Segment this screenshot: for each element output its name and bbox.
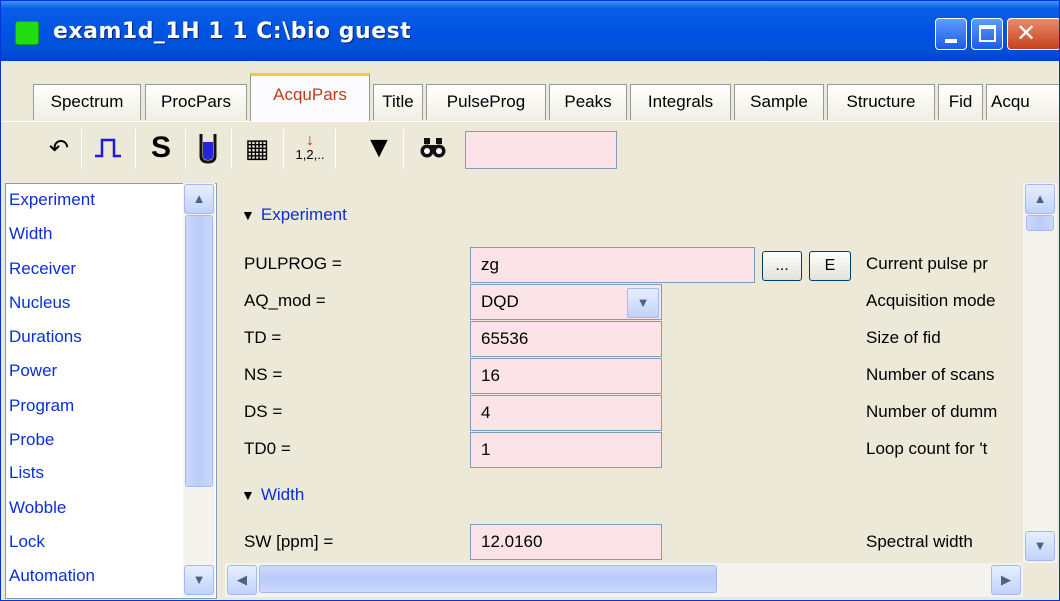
param-label: TD = xyxy=(244,328,282,347)
param-description: Acquisition mode xyxy=(866,291,996,310)
ns-field[interactable]: 16 xyxy=(470,358,662,394)
tab-peaks[interactable]: Peaks xyxy=(549,84,627,120)
sidebar-item-power[interactable]: Power xyxy=(9,361,57,381)
sidebar-item-lists[interactable]: Lists xyxy=(9,463,44,483)
tab-structure[interactable]: Structure xyxy=(827,84,935,120)
scroll-up-button[interactable]: ▲ xyxy=(1025,184,1055,214)
tube-icon[interactable] xyxy=(193,129,223,167)
scroll-right-button[interactable]: ▶ xyxy=(991,565,1021,595)
binoculars-icon[interactable] xyxy=(415,129,451,167)
sidebar-item-width[interactable]: Width xyxy=(9,224,52,244)
toolbar-separator xyxy=(403,129,404,169)
s-button[interactable]: S xyxy=(143,129,179,167)
param-label: TD0 = xyxy=(244,439,291,458)
browse-button[interactable]: ... xyxy=(762,251,802,281)
panel-vertical-scrollbar[interactable] xyxy=(1023,183,1057,563)
expand-triangle-icon: ▼ xyxy=(241,207,255,223)
tab-integrals[interactable]: Integrals xyxy=(630,84,731,120)
param-description: Current pulse pr xyxy=(866,254,988,273)
scroll-left-button[interactable]: ◀ xyxy=(227,565,257,595)
maximize-icon xyxy=(979,25,996,42)
undo-icon[interactable]: ↶ xyxy=(41,129,77,167)
sidebar-item-probe[interactable]: Probe xyxy=(9,430,54,450)
app-icon xyxy=(15,21,39,45)
horizontal-scroll-thumb[interactable] xyxy=(259,565,717,593)
pulprog-field[interactable]: zg xyxy=(470,247,755,283)
sidebar-item-automation[interactable]: Automation xyxy=(9,566,95,586)
tab-fid[interactable]: Fid xyxy=(938,84,983,120)
section-width-label: Width xyxy=(260,485,305,504)
sidebar-item-receiver[interactable]: Receiver xyxy=(9,259,76,279)
filter-icon[interactable]: ▼ xyxy=(361,129,397,167)
td-field[interactable]: 65536 xyxy=(470,321,662,357)
scroll-down-button[interactable]: ▼ xyxy=(184,565,214,595)
sidebar-item-experiment[interactable]: Experiment xyxy=(9,190,95,210)
maximize-button[interactable] xyxy=(971,18,1003,50)
sidebar-item-lock[interactable]: Lock xyxy=(9,532,45,552)
sidebar-item-wobble[interactable]: Wobble xyxy=(9,498,66,518)
scroll-down-button[interactable]: ▼ xyxy=(1025,531,1055,561)
tab-acqupars[interactable]: AcquPars xyxy=(250,73,370,121)
toolbar-separator xyxy=(135,129,136,169)
sidebar-scroll-thumb[interactable] xyxy=(185,215,213,487)
tab-pulseprog[interactable]: PulseProg xyxy=(426,84,546,120)
toolbar-separator xyxy=(185,129,186,169)
tab-procpars[interactable]: ProcPars xyxy=(145,84,247,120)
sidebar-item-durations[interactable]: Durations xyxy=(9,327,82,347)
toolbar-separator xyxy=(335,129,336,169)
title-bar: exam1d_1H 1 1 C:\bio guest ✕ xyxy=(1,1,1059,61)
tab-spectrum[interactable]: Spectrum xyxy=(33,84,141,120)
pulse-icon[interactable] xyxy=(87,129,129,167)
minimize-icon xyxy=(945,39,957,43)
ds-field[interactable]: 4 xyxy=(470,395,662,431)
param-description: Loop count for 't xyxy=(866,439,988,458)
window: exam1d_1H 1 1 C:\bio guest ✕ Spectrum Pr… xyxy=(0,0,1060,601)
param-description: Spectral width xyxy=(866,532,973,551)
param-label: DS = xyxy=(244,402,283,421)
param-label: SW [ppm] = xyxy=(244,532,334,551)
minimize-button[interactable] xyxy=(935,18,967,50)
close-button[interactable]: ✕ xyxy=(1007,18,1059,50)
table-icon[interactable]: ▦ xyxy=(239,129,275,167)
tab-acqu[interactable]: Acqu xyxy=(986,84,1059,120)
panel-scroll-thumb[interactable] xyxy=(1026,215,1054,231)
window-title: exam1d_1H 1 1 C:\bio guest xyxy=(53,19,412,44)
section-experiment-label: Experiment xyxy=(260,205,347,224)
param-description: Size of fid xyxy=(866,328,941,347)
close-icon: ✕ xyxy=(1016,20,1037,47)
param-label: AQ_mod = xyxy=(244,291,326,310)
tab-sample[interactable]: Sample xyxy=(734,84,824,120)
td0-field[interactable]: 1 xyxy=(470,432,662,468)
toolbar-separator xyxy=(283,129,284,169)
param-label: NS = xyxy=(244,365,283,384)
scroll-up-button[interactable]: ▲ xyxy=(184,184,214,214)
edit-button[interactable]: E xyxy=(809,251,851,281)
tab-title[interactable]: Title xyxy=(373,84,423,120)
section-experiment[interactable]: ▼ Experiment xyxy=(241,205,347,225)
param-description: Number of scans xyxy=(866,365,995,384)
toolbar-separator xyxy=(81,129,82,169)
dropdown-arrow-icon[interactable]: ▼ xyxy=(627,288,659,318)
toolbar-separator xyxy=(231,129,232,169)
sw-field[interactable]: 12.0160 xyxy=(470,524,662,560)
sort-icon[interactable]: ↓ 1,2,.. xyxy=(291,129,329,167)
search-input[interactable] xyxy=(465,131,617,169)
param-description: Number of dumm xyxy=(866,402,998,421)
sidebar-item-program[interactable]: Program xyxy=(9,396,74,416)
sidebar-item-nucleus[interactable]: Nucleus xyxy=(9,293,70,313)
expand-triangle-icon: ▼ xyxy=(241,487,255,503)
section-width[interactable]: ▼ Width xyxy=(241,485,304,505)
param-label: PULPROG = xyxy=(244,254,342,273)
sort-label: 1,2,.. xyxy=(295,146,325,162)
